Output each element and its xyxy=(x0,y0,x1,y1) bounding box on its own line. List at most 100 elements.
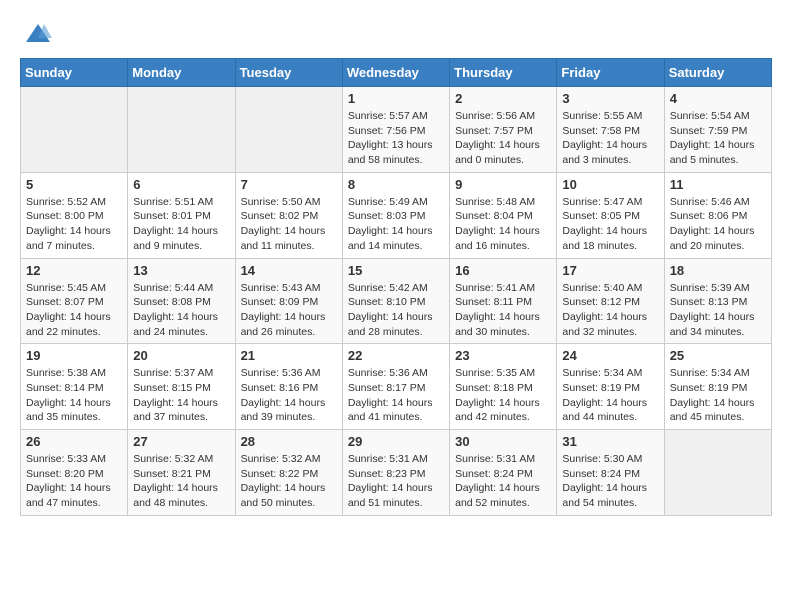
weekday-header-sunday: Sunday xyxy=(21,59,128,87)
day-info: Sunrise: 5:40 AM Sunset: 8:12 PM Dayligh… xyxy=(562,281,658,340)
day-info: Sunrise: 5:38 AM Sunset: 8:14 PM Dayligh… xyxy=(26,366,122,425)
calendar-cell: 31Sunrise: 5:30 AM Sunset: 8:24 PM Dayli… xyxy=(557,430,664,516)
day-info: Sunrise: 5:34 AM Sunset: 8:19 PM Dayligh… xyxy=(670,366,766,425)
day-number: 16 xyxy=(455,263,551,278)
day-number: 7 xyxy=(241,177,337,192)
logo xyxy=(20,20,52,48)
day-info: Sunrise: 5:47 AM Sunset: 8:05 PM Dayligh… xyxy=(562,195,658,254)
day-info: Sunrise: 5:31 AM Sunset: 8:24 PM Dayligh… xyxy=(455,452,551,511)
calendar-cell: 29 Sunrise: 5:31 AM Sunset: 8:23 PM Dayli… xyxy=(342,430,449,516)
day-info: Sunrise: 5:54 AM Sunset: 7:59 PM Dayligh… xyxy=(670,109,766,168)
day-number: 25 xyxy=(670,348,766,363)
day-info: Sunrise: 5:42 AM Sunset: 8:10 PM Dayligh… xyxy=(348,281,444,340)
calendar-cell: 10 Sunrise: 5:47 AM Sunset: 8:05 PM Dayli… xyxy=(557,172,664,258)
weekday-header-monday: Monday xyxy=(128,59,235,87)
calendar-cell xyxy=(128,87,235,173)
day-info: Sunrise: 5:45 AM Sunset: 8:07 PM Dayligh… xyxy=(26,281,122,340)
day-info: Sunrise: 5:33 AM Sunset: 8:20 PM Dayligh… xyxy=(26,452,122,511)
day-number: 22 xyxy=(348,348,444,363)
day-number: 12 xyxy=(26,263,122,278)
day-number: 19 xyxy=(26,348,122,363)
calendar-cell: 5Sunrise: 5:52 AM Sunset: 8:00 PM Daylig… xyxy=(21,172,128,258)
calendar-cell: 6Sunrise: 5:51 AM Sunset: 8:01 PM Daylig… xyxy=(128,172,235,258)
day-number: 10 xyxy=(562,177,658,192)
calendar-cell: 30 Sunrise: 5:31 AM Sunset: 8:24 PM Dayli… xyxy=(450,430,557,516)
calendar-cell: 3 Sunrise: 5:55 AM Sunset: 7:58 PM Daylig… xyxy=(557,87,664,173)
calendar-cell: 22Sunrise: 5:36 AM Sunset: 8:17 PM Dayli… xyxy=(342,344,449,430)
day-number: 14 xyxy=(241,263,337,278)
day-info: Sunrise: 5:31 AM Sunset: 8:23 PM Dayligh… xyxy=(348,452,444,511)
calendar-week-2: 5Sunrise: 5:52 AM Sunset: 8:00 PM Daylig… xyxy=(21,172,772,258)
calendar-week-1: 1 Sunrise: 5:57 AM Sunset: 7:56 PM Daylig… xyxy=(21,87,772,173)
calendar-cell: 24 Sunrise: 5:34 AM Sunset: 8:19 PM Dayli… xyxy=(557,344,664,430)
day-number: 11 xyxy=(670,177,766,192)
calendar-cell: 7 Sunrise: 5:50 AM Sunset: 8:02 PM Daylig… xyxy=(235,172,342,258)
day-number: 28 xyxy=(241,434,337,449)
day-number: 29 xyxy=(348,434,444,449)
day-number: 24 xyxy=(562,348,658,363)
day-info: Sunrise: 5:57 AM Sunset: 7:56 PM Dayligh… xyxy=(348,109,444,168)
calendar-cell: 8 Sunrise: 5:49 AM Sunset: 8:03 PM Daylig… xyxy=(342,172,449,258)
calendar-cell: 27 Sunrise: 5:32 AM Sunset: 8:21 PM Dayli… xyxy=(128,430,235,516)
day-number: 5 xyxy=(26,177,122,192)
day-info: Sunrise: 5:41 AM Sunset: 8:11 PM Dayligh… xyxy=(455,281,551,340)
calendar-cell: 16 Sunrise: 5:41 AM Sunset: 8:11 PM Dayli… xyxy=(450,258,557,344)
day-number: 4 xyxy=(670,91,766,106)
day-info: Sunrise: 5:39 AM Sunset: 8:13 PM Dayligh… xyxy=(670,281,766,340)
day-number: 2 xyxy=(455,91,551,106)
day-info: Sunrise: 5:49 AM Sunset: 8:03 PM Dayligh… xyxy=(348,195,444,254)
calendar-cell xyxy=(21,87,128,173)
calendar-cell: 23Sunrise: 5:35 AM Sunset: 8:18 PM Dayli… xyxy=(450,344,557,430)
day-number: 6 xyxy=(133,177,229,192)
calendar-cell: 21 Sunrise: 5:36 AM Sunset: 8:16 PM Dayli… xyxy=(235,344,342,430)
day-info: Sunrise: 5:56 AM Sunset: 7:57 PM Dayligh… xyxy=(455,109,551,168)
calendar-cell: 4 Sunrise: 5:54 AM Sunset: 7:59 PM Daylig… xyxy=(664,87,771,173)
calendar-cell: 18 Sunrise: 5:39 AM Sunset: 8:13 PM Dayli… xyxy=(664,258,771,344)
calendar-week-5: 26 Sunrise: 5:33 AM Sunset: 8:20 PM Dayli… xyxy=(21,430,772,516)
day-number: 30 xyxy=(455,434,551,449)
day-number: 17 xyxy=(562,263,658,278)
weekday-header-wednesday: Wednesday xyxy=(342,59,449,87)
calendar-cell: 28 Sunrise: 5:32 AM Sunset: 8:22 PM Dayli… xyxy=(235,430,342,516)
calendar-body: 1 Sunrise: 5:57 AM Sunset: 7:56 PM Daylig… xyxy=(21,87,772,516)
calendar-cell xyxy=(664,430,771,516)
day-info: Sunrise: 5:32 AM Sunset: 8:21 PM Dayligh… xyxy=(133,452,229,511)
calendar-week-3: 12 Sunrise: 5:45 AM Sunset: 8:07 PM Dayli… xyxy=(21,258,772,344)
day-info: Sunrise: 5:35 AM Sunset: 8:18 PM Dayligh… xyxy=(455,366,551,425)
calendar-cell: 17 Sunrise: 5:40 AM Sunset: 8:12 PM Dayli… xyxy=(557,258,664,344)
day-info: Sunrise: 5:32 AM Sunset: 8:22 PM Dayligh… xyxy=(241,452,337,511)
day-info: Sunrise: 5:37 AM Sunset: 8:15 PM Dayligh… xyxy=(133,366,229,425)
calendar-cell: 26 Sunrise: 5:33 AM Sunset: 8:20 PM Dayli… xyxy=(21,430,128,516)
day-number: 9 xyxy=(455,177,551,192)
calendar-cell: 15Sunrise: 5:42 AM Sunset: 8:10 PM Dayli… xyxy=(342,258,449,344)
calendar-cell xyxy=(235,87,342,173)
day-info: Sunrise: 5:55 AM Sunset: 7:58 PM Dayligh… xyxy=(562,109,658,168)
day-info: Sunrise: 5:48 AM Sunset: 8:04 PM Dayligh… xyxy=(455,195,551,254)
day-number: 31 xyxy=(562,434,658,449)
calendar-cell: 9 Sunrise: 5:48 AM Sunset: 8:04 PM Daylig… xyxy=(450,172,557,258)
day-info: Sunrise: 5:50 AM Sunset: 8:02 PM Dayligh… xyxy=(241,195,337,254)
calendar-cell: 1 Sunrise: 5:57 AM Sunset: 7:56 PM Daylig… xyxy=(342,87,449,173)
weekday-header-tuesday: Tuesday xyxy=(235,59,342,87)
day-info: Sunrise: 5:34 AM Sunset: 8:19 PM Dayligh… xyxy=(562,366,658,425)
weekday-header-saturday: Saturday xyxy=(664,59,771,87)
calendar-cell: 12 Sunrise: 5:45 AM Sunset: 8:07 PM Dayli… xyxy=(21,258,128,344)
day-number: 27 xyxy=(133,434,229,449)
day-info: Sunrise: 5:36 AM Sunset: 8:16 PM Dayligh… xyxy=(241,366,337,425)
calendar-cell: 11 Sunrise: 5:46 AM Sunset: 8:06 PM Dayli… xyxy=(664,172,771,258)
calendar-cell: 25 Sunrise: 5:34 AM Sunset: 8:19 PM Dayli… xyxy=(664,344,771,430)
calendar-table: SundayMondayTuesdayWednesdayThursdayFrid… xyxy=(20,58,772,516)
weekday-header-row: SundayMondayTuesdayWednesdayThursdayFrid… xyxy=(21,59,772,87)
day-number: 3 xyxy=(562,91,658,106)
day-info: Sunrise: 5:44 AM Sunset: 8:08 PM Dayligh… xyxy=(133,281,229,340)
day-number: 8 xyxy=(348,177,444,192)
day-number: 18 xyxy=(670,263,766,278)
day-number: 21 xyxy=(241,348,337,363)
day-number: 20 xyxy=(133,348,229,363)
day-number: 26 xyxy=(26,434,122,449)
day-info: Sunrise: 5:46 AM Sunset: 8:06 PM Dayligh… xyxy=(670,195,766,254)
day-info: Sunrise: 5:43 AM Sunset: 8:09 PM Dayligh… xyxy=(241,281,337,340)
logo-icon xyxy=(24,20,52,48)
day-number: 1 xyxy=(348,91,444,106)
weekday-header-friday: Friday xyxy=(557,59,664,87)
